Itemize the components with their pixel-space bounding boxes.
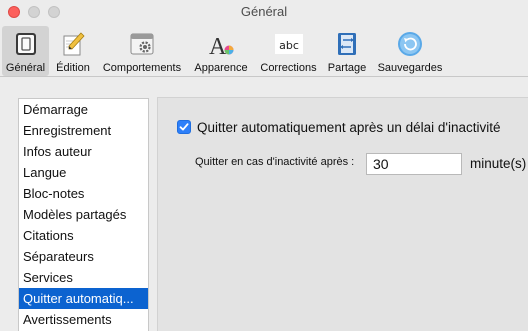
sidebar-item-citations[interactable]: Citations [19, 225, 148, 246]
category-list: Démarrage Enregistrement Infos auteur La… [18, 98, 149, 331]
tab-partage[interactable]: Partage [324, 26, 370, 76]
preferences-toolbar: Général Édition Comportements A Apparenc… [0, 24, 528, 77]
svg-text:A: A [209, 34, 227, 58]
tab-label: Corrections [260, 62, 317, 74]
font-color-icon: A [209, 34, 234, 58]
title-bar: Général [0, 0, 528, 24]
svg-text:abc: abc [279, 39, 299, 52]
sidebar-item-quitter-automatiquement[interactable]: Quitter automatiq... [19, 288, 148, 309]
abc-icon: abc [274, 34, 303, 54]
tab-general[interactable]: Général [2, 26, 49, 76]
sidebar-item-enregistrement[interactable]: Enregistrement [19, 120, 148, 141]
inactivity-delay-input[interactable] [366, 153, 462, 175]
tab-label: Comportements [102, 62, 182, 74]
tab-corrections[interactable]: abc Corrections [255, 26, 322, 76]
tab-label: Apparence [194, 62, 248, 74]
settings-panel: Quitter automatiquement après un délai d… [157, 97, 528, 331]
auto-quit-label[interactable]: Quitter automatiquement après un délai d… [197, 120, 501, 135]
sidebar-item-services[interactable]: Services [19, 267, 148, 288]
tab-label: Édition [56, 62, 90, 74]
sidebar-item-demarrage[interactable]: Démarrage [19, 99, 148, 120]
tab-label: Partage [327, 62, 367, 74]
inactivity-delay-label: Quitter en cas d'inactivité après : [195, 156, 355, 168]
sidebar-item-langue[interactable]: Langue [19, 162, 148, 183]
preferences-content: Démarrage Enregistrement Infos auteur La… [0, 77, 528, 331]
sidebar-item-avertissements[interactable]: Avertissements [19, 309, 148, 330]
share-icon [338, 33, 356, 55]
tab-apparence[interactable]: A Apparence [189, 26, 253, 76]
sidebar-item-bloc-notes[interactable]: Bloc-notes [19, 183, 148, 204]
pencil-icon [63, 32, 85, 56]
backup-icon [398, 32, 422, 56]
general-icon [15, 33, 36, 55]
behaviors-gear-icon [130, 33, 154, 55]
tab-comportements[interactable]: Comportements [97, 26, 187, 76]
tab-label: Général [5, 62, 46, 74]
tab-edition[interactable]: Édition [52, 26, 94, 76]
checkmark-icon [179, 123, 189, 131]
sidebar-item-modeles-partages[interactable]: Modèles partagés [19, 204, 148, 225]
auto-quit-checkbox[interactable] [177, 120, 191, 134]
inactivity-unit-label: minute(s) [470, 156, 527, 171]
preferences-window: Général Général Édition Comportements A … [0, 0, 528, 331]
tab-label: Sauvegardes [377, 62, 443, 74]
sidebar-item-infos-auteur[interactable]: Infos auteur [19, 141, 148, 162]
window-title: Général [240, 4, 288, 19]
auto-quit-option: Quitter automatiquement après un délai d… [177, 119, 501, 135]
sidebar-item-separateurs[interactable]: Séparateurs [19, 246, 148, 267]
tab-sauvegardes[interactable]: Sauvegardes [372, 26, 448, 76]
